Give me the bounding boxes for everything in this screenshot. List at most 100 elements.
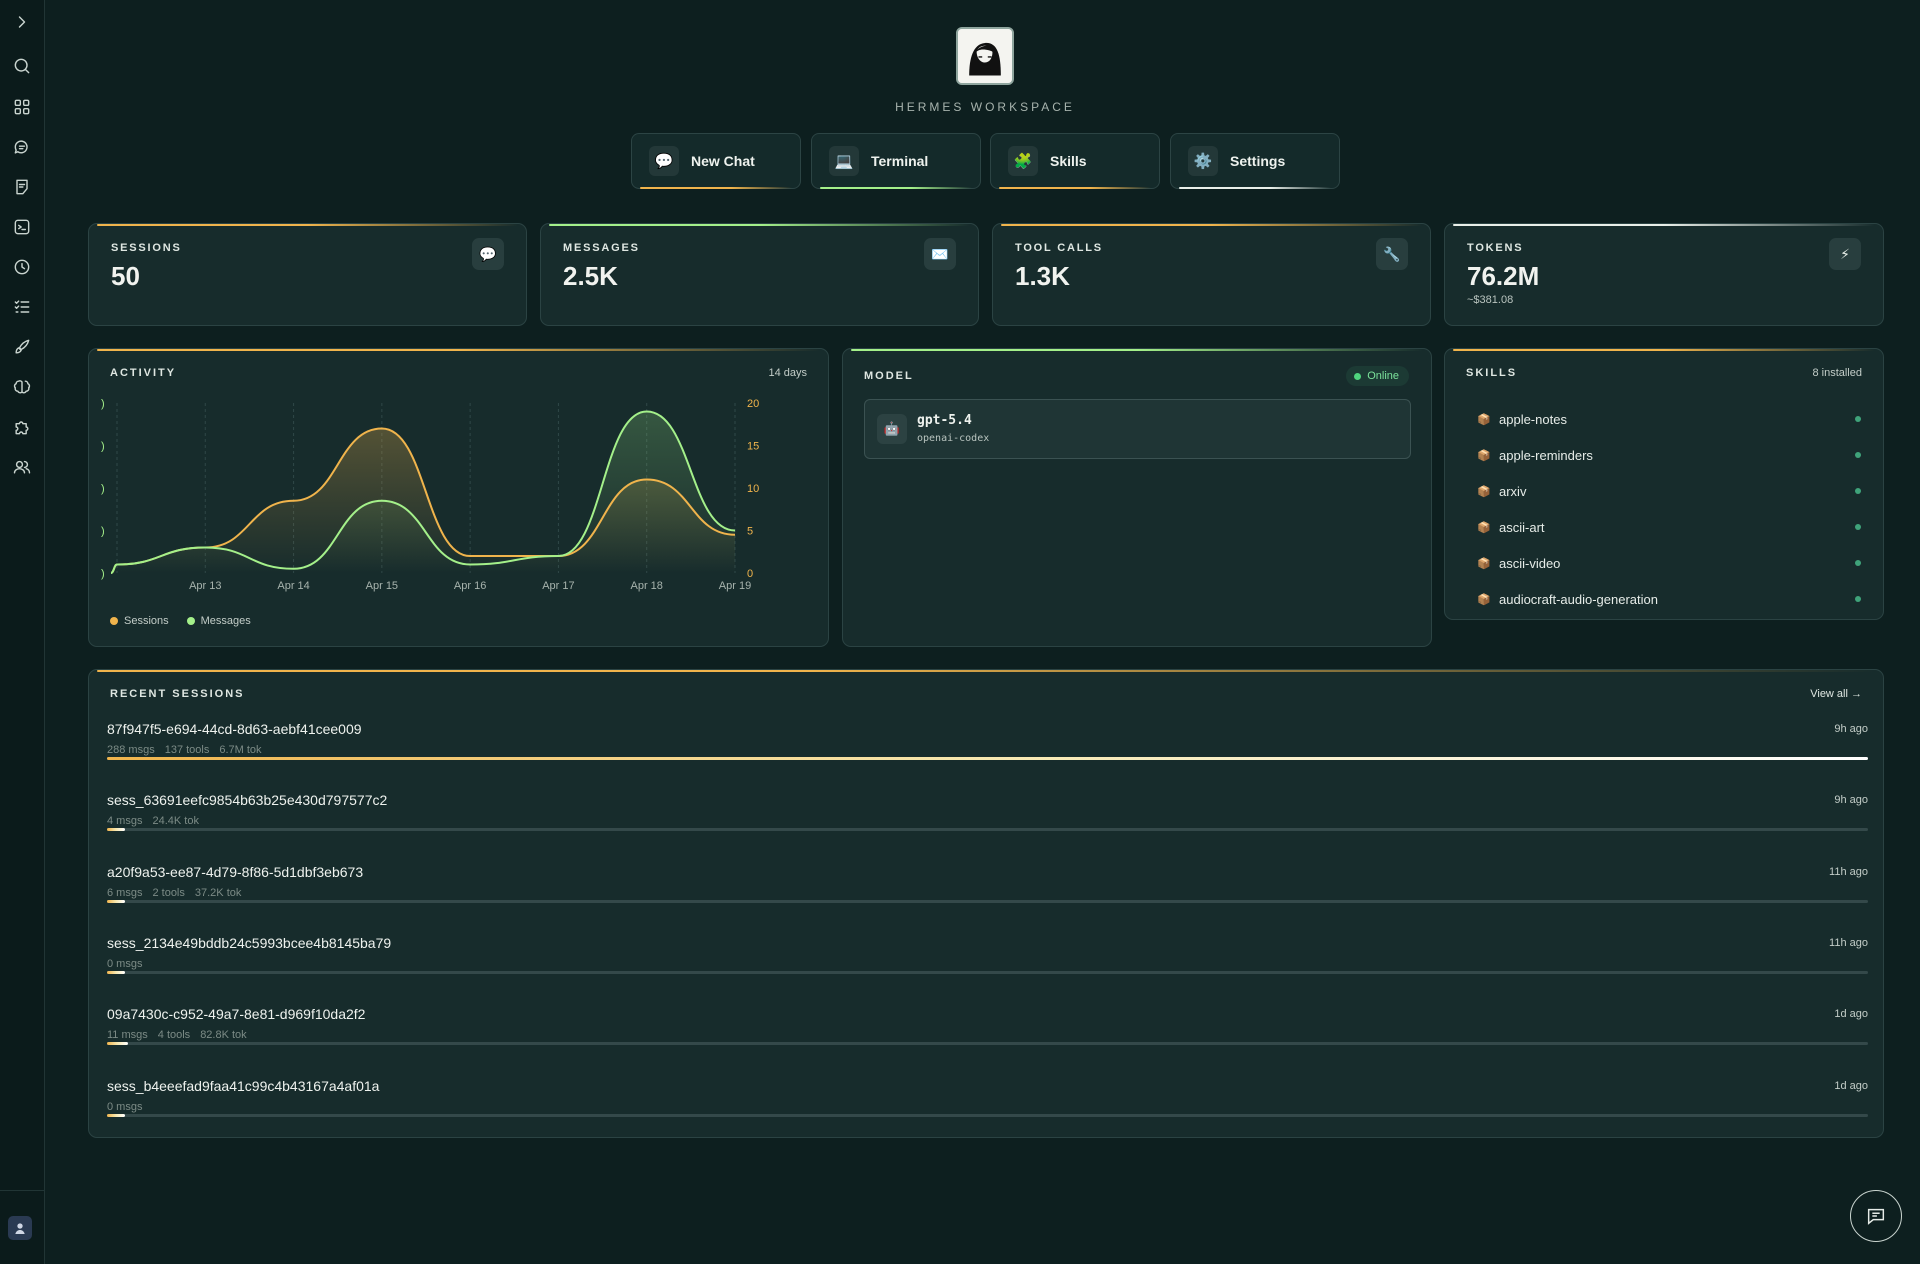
x-tick-label: Apr 17 — [542, 580, 574, 592]
session-usage-bar — [107, 757, 1868, 760]
skills-card: SKILLS 8 installed 📦apple-notes 📦apple-r… — [1444, 348, 1884, 620]
model-selector[interactable]: 🤖 gpt-5.4 openai-codex — [864, 399, 1411, 459]
view-all-link[interactable]: View all → — [1810, 688, 1862, 700]
tasks-icon[interactable] — [8, 293, 36, 321]
session-meta-item: 82.8K tok — [200, 1029, 246, 1041]
status-badge: Online — [1346, 366, 1409, 386]
session-meta-item: 6.7M tok — [219, 744, 261, 756]
rocket-icon[interactable] — [8, 333, 36, 361]
recent-sessions-card: RECENT SESSIONS View all → 87f947f5-e694… — [88, 669, 1884, 1138]
model-title: MODEL — [864, 370, 914, 382]
skill-item[interactable]: 📦arxiv — [1477, 481, 1861, 501]
terminal-icon[interactable] — [8, 213, 36, 241]
session-usage-bar — [107, 1042, 1868, 1045]
skill-status-dot — [1855, 452, 1861, 458]
chart-legend: Sessions Messages — [110, 615, 251, 627]
recent-sessions-title: RECENT SESSIONS — [110, 688, 245, 700]
session-meta: 0 msgs — [107, 958, 152, 970]
x-tick-label: Apr 13 — [189, 580, 221, 592]
token-cost: ~$381.08 — [1467, 294, 1513, 306]
chat-support-button[interactable] — [1850, 1190, 1902, 1242]
x-tick-label: Apr 19 — [719, 580, 751, 592]
session-id: sess_2134e49bddb24c5993bcee4b8145ba79 — [107, 935, 391, 951]
skill-status-dot — [1855, 596, 1861, 602]
brain-icon[interactable] — [8, 373, 36, 401]
envelope-icon: ✉️ — [924, 238, 956, 270]
skill-item[interactable]: 📦apple-notes — [1477, 409, 1861, 429]
session-meta-item: 2 tools — [152, 887, 184, 899]
session-usage-fill — [107, 757, 1868, 760]
y-tick-label: 10 — [747, 483, 759, 495]
session-row[interactable]: 87f947f5-e694-44cd-8d63-aebf41cee009 9h a… — [107, 721, 1868, 781]
stat-value: 2.5K — [563, 261, 618, 292]
notes-icon[interactable] — [8, 173, 36, 201]
lightning-icon: ⚡ — [1829, 238, 1861, 270]
session-time: 11h ago — [1829, 866, 1868, 878]
session-row[interactable]: sess_2134e49bddb24c5993bcee4b8145ba79 11h… — [107, 935, 1868, 995]
session-row[interactable]: sess_b4eeefad9faa41c99c4b43167a4af01a1d … — [107, 1078, 1868, 1138]
clock-icon[interactable] — [8, 253, 36, 281]
legend-messages: Messages — [187, 615, 251, 627]
package-icon: 📦 — [1477, 521, 1497, 534]
y-tick-left: ) — [101, 441, 105, 453]
workspace-title: HERMES WORKSPACE — [0, 100, 1920, 114]
skills-button[interactable]: 🧩 Skills — [990, 133, 1160, 189]
y-tick-left: ) — [101, 483, 105, 495]
skills-count: 8 installed — [1812, 367, 1862, 379]
chat-icon[interactable] — [8, 133, 36, 161]
session-row[interactable]: 09a7430c-c952-49a7-8e81-d969f10da2f21d a… — [107, 1006, 1868, 1066]
users-icon[interactable] — [8, 453, 36, 481]
session-time: 1d ago — [1834, 1080, 1868, 1092]
stat-value: 1.3K — [1015, 261, 1070, 292]
skill-item[interactable]: 📦ascii-video — [1477, 553, 1861, 573]
robot-icon: 🤖 — [877, 414, 907, 444]
session-row[interactable]: a20f9a53-ee87-4d79-8f86-5d1dbf3eb67311h … — [107, 864, 1868, 924]
stat-card-tool-calls: TOOL CALLS 1.3K 🔧 — [992, 223, 1431, 326]
session-meta: 0 msgs — [107, 1101, 152, 1113]
session-meta-item: 0 msgs — [107, 1101, 142, 1113]
session-time: 9h ago — [1834, 723, 1868, 735]
stat-card-messages: MESSAGES 2.5K ✉️ — [540, 223, 979, 326]
terminal-button[interactable]: 💻 Terminal — [811, 133, 981, 189]
skills-title: SKILLS — [1466, 367, 1517, 379]
chevron-right-icon[interactable] — [8, 8, 36, 36]
chat-bubble-icon: 💬 — [649, 146, 679, 176]
model-name: gpt-5.4 — [917, 413, 972, 428]
search-icon[interactable] — [8, 52, 36, 80]
session-time: 11h ago — [1829, 937, 1868, 949]
new-chat-label: New Chat — [691, 153, 755, 169]
stat-label: SESSIONS — [111, 242, 182, 254]
stat-label: TOOL CALLS — [1015, 242, 1103, 254]
session-usage-bar — [107, 900, 1868, 903]
session-id: 87f947f5-e694-44cd-8d63-aebf41cee009 — [107, 721, 362, 737]
session-row[interactable]: sess_63691eefc9854b63b25e430d797577c29h … — [107, 792, 1868, 852]
skill-status-dot — [1855, 416, 1861, 422]
wrench-icon: 🔧 — [1376, 238, 1408, 270]
x-tick-label: Apr 15 — [366, 580, 398, 592]
terminal-label: Terminal — [871, 153, 928, 169]
skill-status-dot — [1855, 488, 1861, 494]
workspace-logo — [956, 27, 1014, 85]
session-meta-item: 4 tools — [158, 1029, 190, 1041]
avatar[interactable] — [8, 1216, 32, 1240]
skill-item[interactable]: 📦apple-reminders — [1477, 445, 1861, 465]
stat-value: 76.2M — [1467, 261, 1539, 292]
puzzle-piece-icon: 🧩 — [1008, 146, 1038, 176]
x-tick-label: Apr 14 — [277, 580, 309, 592]
skill-item[interactable]: 📦ascii-art — [1477, 517, 1861, 537]
new-chat-button[interactable]: 💬 New Chat — [631, 133, 801, 189]
stat-value: 50 — [111, 261, 140, 292]
session-usage-fill — [107, 1114, 125, 1117]
skill-item[interactable]: 📦audiocraft-audio-generation — [1477, 589, 1861, 609]
stat-card-sessions: SESSIONS 50 💬 — [88, 223, 527, 326]
stat-card-tokens: TOKENS 76.2M ~$381.08 ⚡ — [1444, 223, 1884, 326]
skill-status-dot — [1855, 524, 1861, 530]
settings-button[interactable]: ⚙️ Settings — [1170, 133, 1340, 189]
x-tick-label: Apr 18 — [631, 580, 663, 592]
session-meta-item: 0 msgs — [107, 958, 142, 970]
puzzle-icon[interactable] — [8, 413, 36, 441]
x-tick-label: Apr 16 — [454, 580, 486, 592]
y-tick-label: 5 — [747, 526, 753, 538]
session-meta-item: 4 msgs — [107, 815, 142, 827]
skills-label: Skills — [1050, 153, 1087, 169]
